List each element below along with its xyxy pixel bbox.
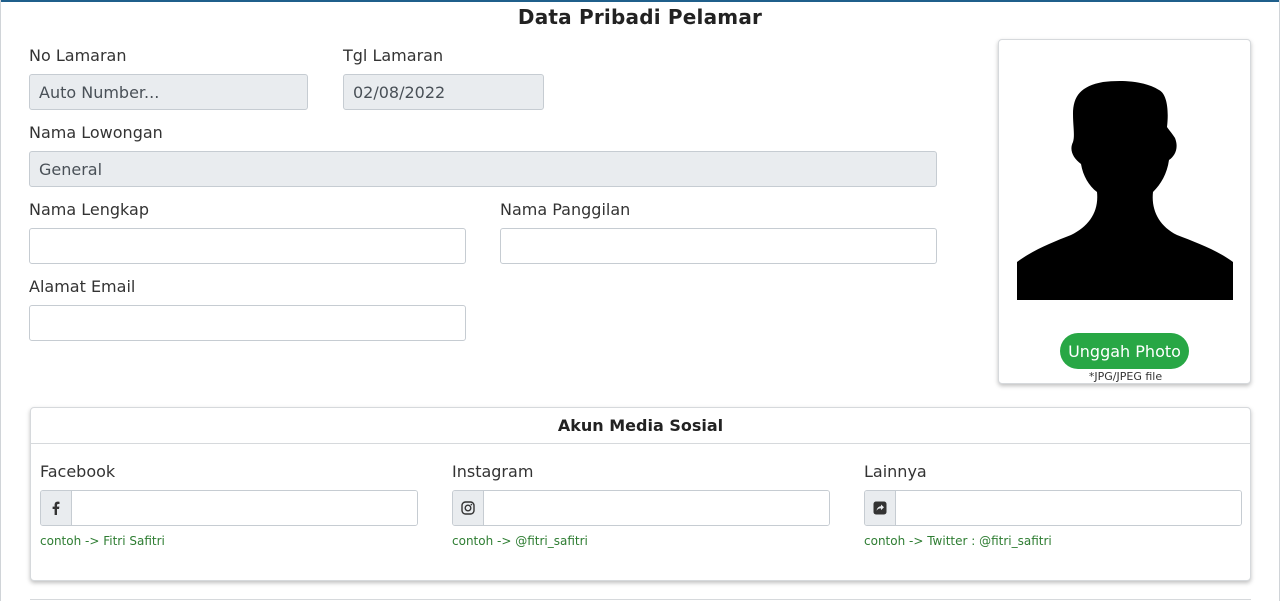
facebook-label: Facebook: [40, 462, 116, 481]
lainnya-field[interactable]: [896, 491, 1241, 525]
facebook-hint: contoh -> Fitri Safitri: [40, 534, 165, 548]
nama-panggilan-label: Nama Panggilan: [500, 200, 631, 219]
instagram-icon: [453, 491, 484, 525]
instagram-hint: contoh -> @fitri_safitri: [452, 534, 588, 548]
instagram-field[interactable]: [484, 491, 829, 525]
left-edge: [0, 0, 1, 601]
instagram-input-group: [452, 490, 830, 526]
facebook-field[interactable]: [72, 491, 417, 525]
nama-lowongan-field[interactable]: [29, 151, 937, 187]
person-silhouette-icon: [1017, 80, 1233, 300]
lainnya-label: Lainnya: [864, 462, 927, 481]
upload-photo-button[interactable]: Unggah Photo: [1060, 333, 1189, 369]
instagram-label: Instagram: [452, 462, 534, 481]
alamat-email-label: Alamat Email: [29, 277, 136, 296]
social-media-card: Akun Media Sosial Facebook contoh -> Fit…: [30, 407, 1251, 581]
lainnya-hint: contoh -> Twitter : @fitri_safitri: [864, 534, 1052, 548]
share-icon: [865, 491, 896, 525]
bottom-divider: [30, 599, 1251, 600]
photo-card: Unggah Photo *JPG/JPEG file: [998, 39, 1251, 384]
top-accent-line: [0, 0, 1280, 2]
no-lamaran-field[interactable]: [29, 74, 308, 110]
tgl-lamaran-field[interactable]: [343, 74, 544, 110]
no-lamaran-label: No Lamaran: [29, 46, 127, 65]
tgl-lamaran-label: Tgl Lamaran: [343, 46, 444, 65]
nama-lengkap-field[interactable]: [29, 228, 466, 264]
page-title: Data Pribadi Pelamar: [517, 5, 763, 29]
nama-lowongan-label: Nama Lowongan: [29, 123, 163, 142]
alamat-email-field[interactable]: [29, 305, 466, 341]
facebook-input-group: [40, 490, 418, 526]
upload-file-note: *JPG/JPEG file: [1088, 370, 1163, 383]
lainnya-input-group: [864, 490, 1242, 526]
facebook-icon: [41, 491, 72, 525]
social-media-title: Akun Media Sosial: [31, 408, 1250, 444]
nama-panggilan-field[interactable]: [500, 228, 937, 264]
nama-lengkap-label: Nama Lengkap: [29, 200, 149, 219]
